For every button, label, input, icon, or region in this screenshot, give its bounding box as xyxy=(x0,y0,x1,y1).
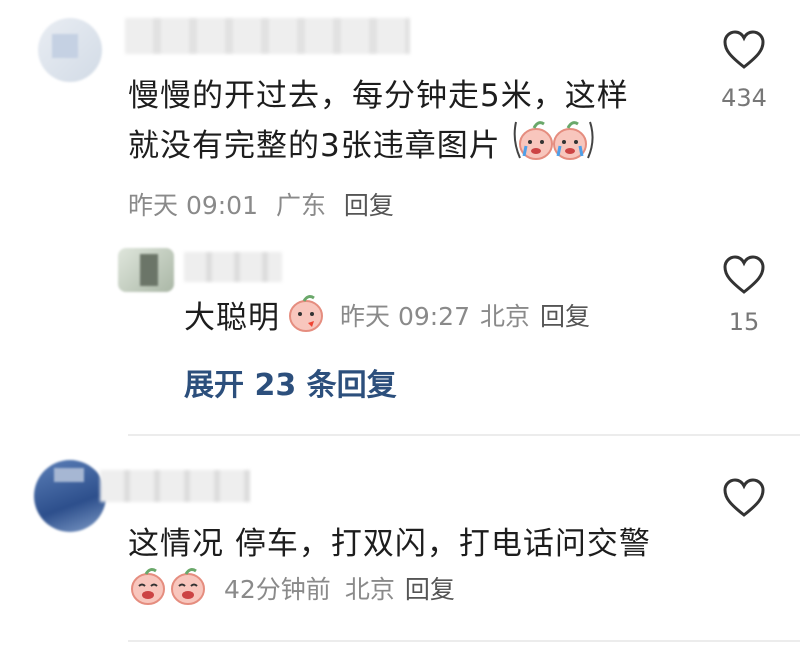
avatar[interactable] xyxy=(118,248,174,292)
username[interactable] xyxy=(184,252,282,282)
reply-time: 昨天 09:27 xyxy=(340,301,470,331)
reply-button[interactable]: 回复 xyxy=(540,297,590,333)
expand-replies-link[interactable]: 展开 23 条回复 xyxy=(184,360,397,404)
peach-face-emoji xyxy=(286,293,326,337)
username[interactable] xyxy=(100,470,250,502)
reply-row: 大聪明 昨天 09:27 北京 回复 xyxy=(184,292,590,337)
heart-outline-icon xyxy=(723,255,765,294)
avatar[interactable] xyxy=(34,460,106,532)
reply-button[interactable]: 回复 xyxy=(344,191,394,220)
comment-meta: 昨天 09:01 广东 回复 xyxy=(128,186,404,222)
comment-text-line: 这情况 停车，打双闪，打电话问交警 xyxy=(128,526,651,562)
comment-time: 42分钟前 xyxy=(224,575,331,604)
divider xyxy=(128,640,800,642)
like-button[interactable] xyxy=(722,30,766,74)
reply-text: 大聪明 xyxy=(184,300,280,336)
username[interactable] xyxy=(125,18,410,54)
heart-outline-icon xyxy=(723,478,765,517)
comment-time: 昨天 09:01 xyxy=(128,191,258,220)
heart-outline-icon xyxy=(723,30,765,69)
comment-text-line: 慢慢的开过去，每分钟走5米，这样 xyxy=(128,78,629,114)
avatar[interactable] xyxy=(38,18,102,82)
comment-text-line: 就没有完整的3张违章图片 xyxy=(128,118,594,180)
comment-location: 北京 xyxy=(344,575,395,604)
like-count: 15 xyxy=(728,308,760,336)
comment-location: 广东 xyxy=(275,191,326,220)
reply-button[interactable]: 回复 xyxy=(405,570,455,606)
crying-peach-emoji xyxy=(512,118,594,180)
divider xyxy=(128,434,800,436)
like-button[interactable] xyxy=(722,255,766,299)
peach-face-emoji xyxy=(128,566,210,610)
like-count: 434 xyxy=(721,84,767,112)
reply-location: 北京 xyxy=(480,301,531,331)
like-button[interactable] xyxy=(722,478,766,522)
comment-text: 就没有完整的3张违章图片 xyxy=(128,128,501,164)
comment-meta: 42分钟前 北京 回复 xyxy=(128,566,455,610)
